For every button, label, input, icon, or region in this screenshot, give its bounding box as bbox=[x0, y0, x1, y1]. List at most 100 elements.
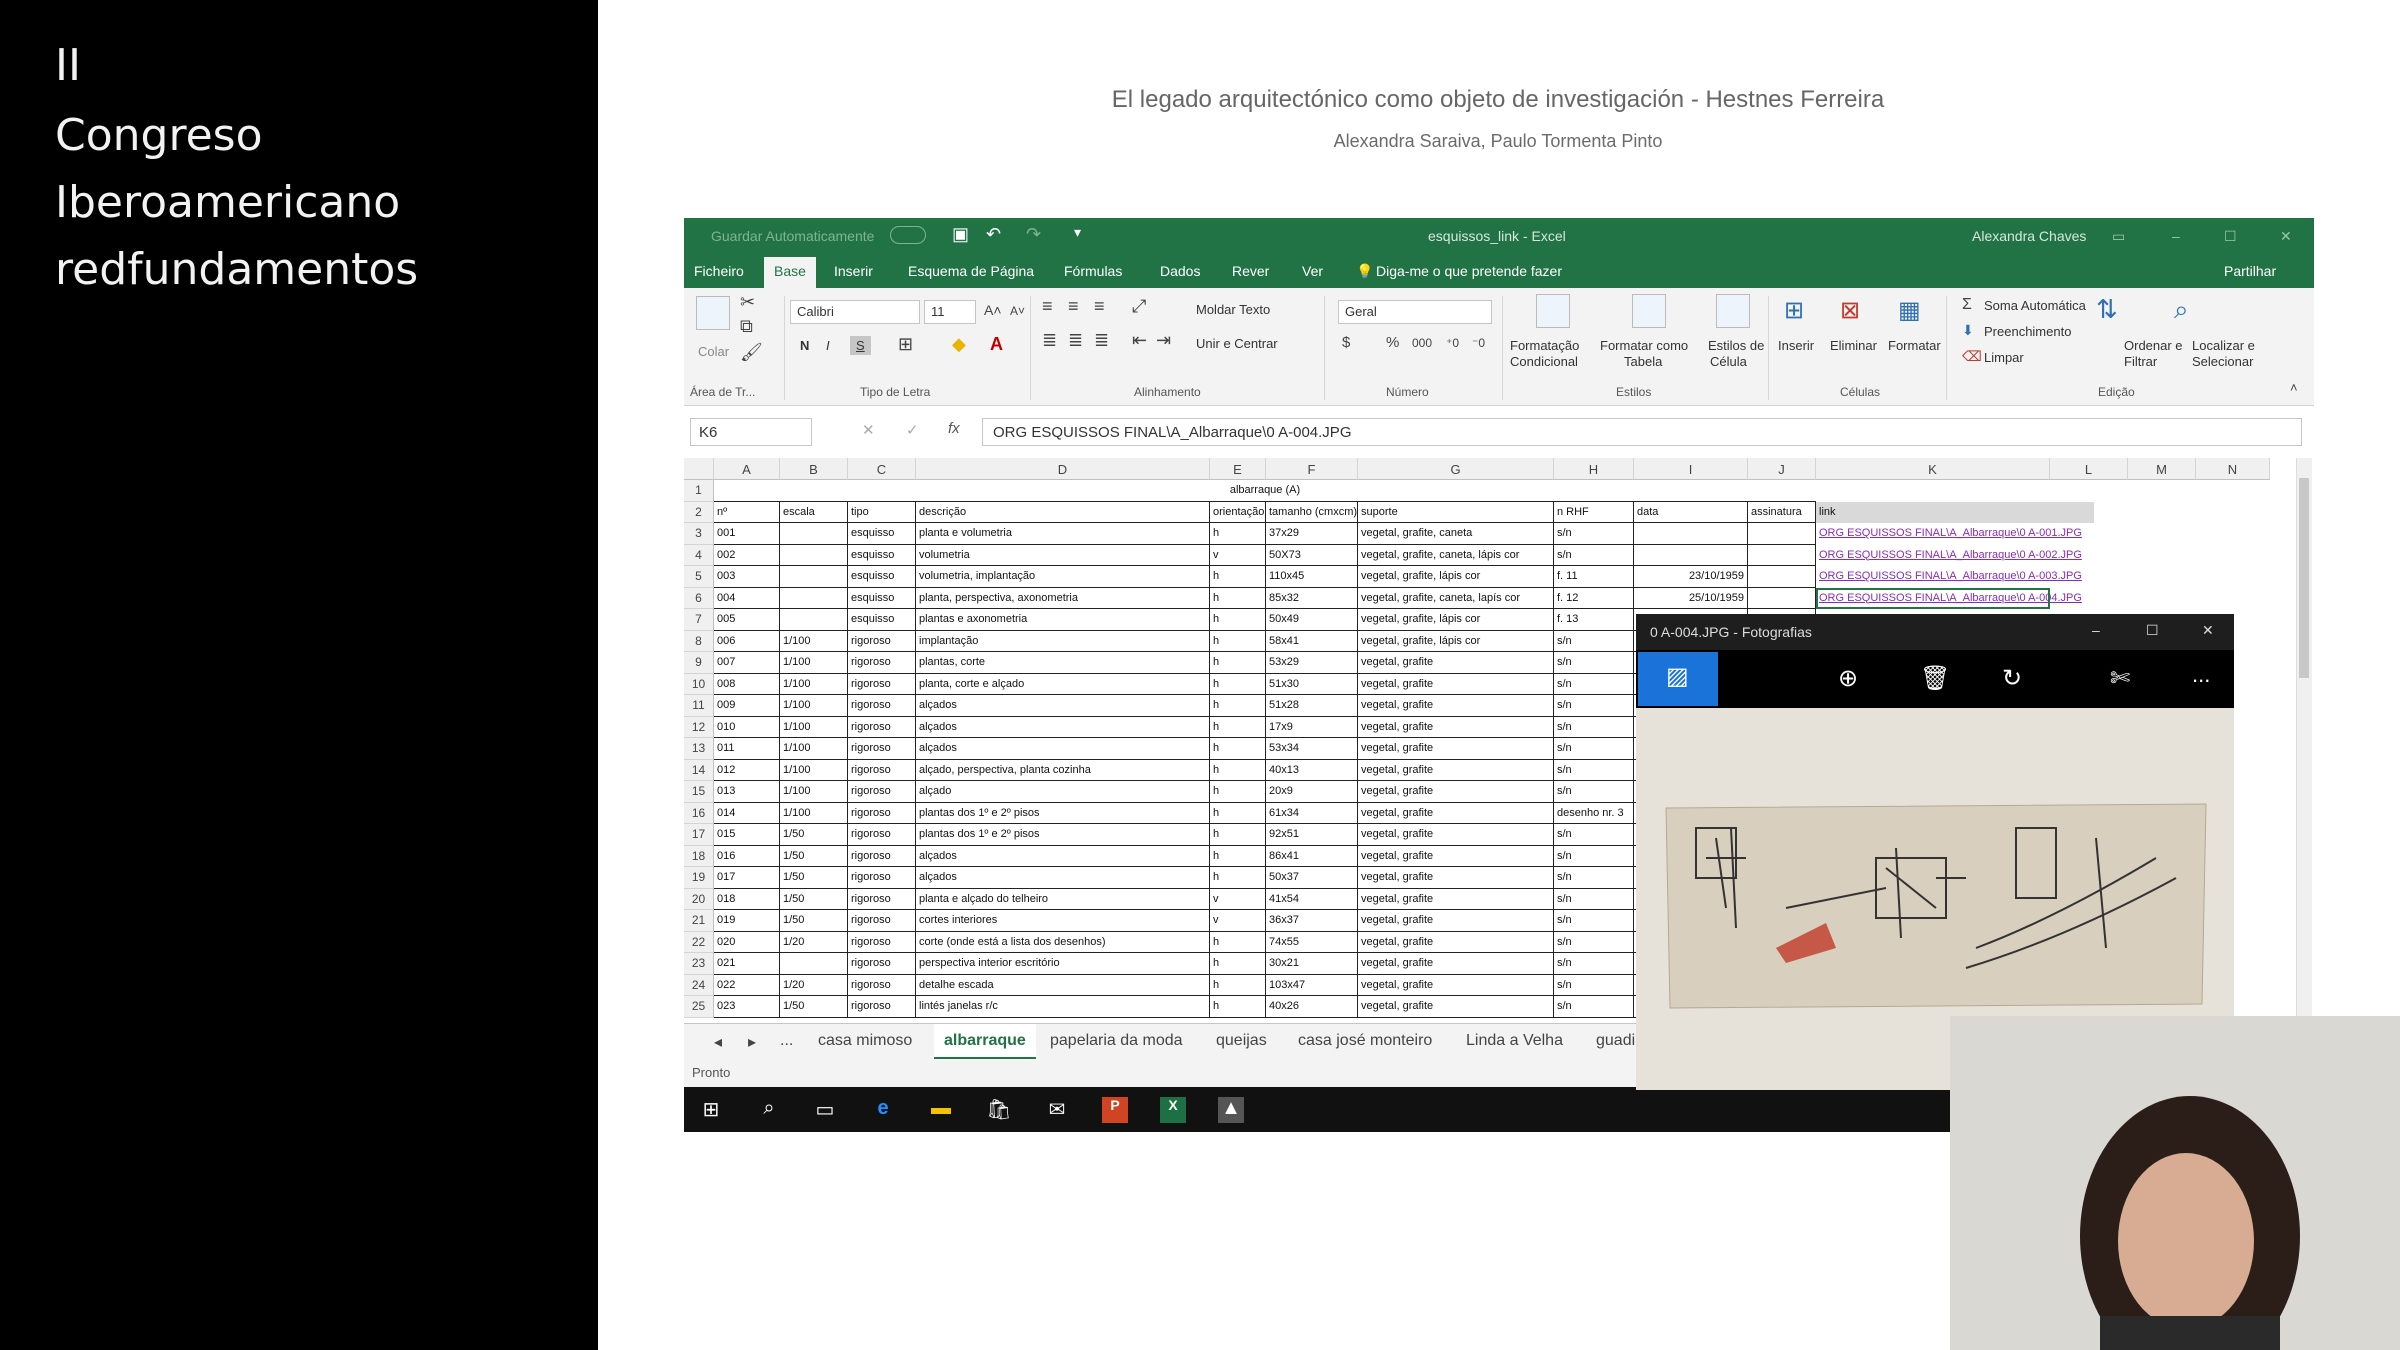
table-cell[interactable]: esquisso bbox=[848, 566, 916, 588]
table-cell[interactable]: rigoroso bbox=[848, 974, 916, 996]
table-cell[interactable]: esquisso bbox=[848, 587, 916, 609]
sort-filter-label-2[interactable]: Filtrar bbox=[2124, 354, 2157, 369]
customize-qat-icon[interactable]: ▾ bbox=[1074, 224, 1081, 241]
table-cell[interactable]: planta, corte e alçado bbox=[916, 673, 1210, 695]
table-cell[interactable]: h bbox=[1210, 759, 1266, 781]
table-cell[interactable]: plantas, corte bbox=[916, 652, 1210, 674]
table-cell[interactable]: 1/50 bbox=[780, 867, 848, 889]
table-cell[interactable]: rigoroso bbox=[848, 824, 916, 846]
table-cell[interactable] bbox=[1748, 587, 1816, 609]
table-cell[interactable]: rigoroso bbox=[848, 695, 916, 717]
store-icon[interactable]: 🛍 bbox=[986, 1097, 1012, 1123]
table-cell[interactable]: s/n bbox=[1554, 781, 1634, 803]
collapse-ribbon-icon[interactable]: ˄ bbox=[2290, 380, 2298, 395]
format-cells-icon[interactable]: ▦ bbox=[1898, 296, 1921, 325]
file-explorer-icon[interactable]: ▬ bbox=[928, 1097, 954, 1123]
sheet-tab-casa-jose[interactable]: casa josé monteiro bbox=[1298, 1032, 1432, 1050]
row-header[interactable]: 3 bbox=[684, 523, 714, 545]
table-cell[interactable]: esquisso bbox=[848, 544, 916, 566]
table-cell[interactable]: 003 bbox=[714, 566, 780, 588]
photos-taskbar-icon[interactable]: ▲ bbox=[1218, 1097, 1244, 1123]
insert-cells-label[interactable]: Inserir bbox=[1778, 338, 1814, 353]
table-cell[interactable]: s/n bbox=[1554, 630, 1634, 652]
table-cell[interactable]: 023 bbox=[714, 996, 780, 1018]
autosum-icon[interactable]: Σ bbox=[1962, 296, 1972, 314]
percent-icon[interactable]: % bbox=[1386, 334, 1399, 351]
table-cell[interactable]: 61x34 bbox=[1266, 802, 1358, 824]
number-format-combo[interactable]: Geral bbox=[1338, 300, 1492, 324]
table-cell[interactable]: 004 bbox=[714, 587, 780, 609]
table-cell[interactable]: 1/20 bbox=[780, 974, 848, 996]
table-header-cell[interactable]: descrição bbox=[916, 501, 1210, 523]
table-cell[interactable]: 25/10/1959 bbox=[1634, 587, 1748, 609]
row-header[interactable]: 10 bbox=[684, 673, 714, 695]
table-cell[interactable]: 51x30 bbox=[1266, 673, 1358, 695]
table-cell[interactable]: 37x29 bbox=[1266, 523, 1358, 545]
column-header[interactable]: E bbox=[1210, 458, 1266, 480]
table-cell[interactable]: alçado, perspectiva, planta cozinha bbox=[916, 759, 1210, 781]
table-cell[interactable]: implantação bbox=[916, 630, 1210, 652]
table-cell[interactable]: 005 bbox=[714, 609, 780, 631]
table-cell[interactable]: 1/100 bbox=[780, 738, 848, 760]
table-cell[interactable]: 1/20 bbox=[780, 931, 848, 953]
copy-icon[interactable]: ⧉ bbox=[740, 316, 753, 337]
windows-start-icon[interactable]: ⊞ bbox=[698, 1097, 724, 1123]
table-cell[interactable] bbox=[1634, 523, 1748, 545]
table-cell[interactable]: rigoroso bbox=[848, 953, 916, 975]
table-cell[interactable]: h bbox=[1210, 695, 1266, 717]
increase-indent-icon[interactable]: ⇥ bbox=[1156, 330, 1171, 351]
table-cell[interactable]: vegetal, grafite, lápis cor bbox=[1358, 566, 1554, 588]
increase-decimal-icon[interactable]: ⁺0 bbox=[1446, 336, 1459, 350]
clear-button[interactable]: Limpar bbox=[1984, 350, 2024, 365]
cut-icon[interactable]: ✂ bbox=[740, 292, 755, 313]
row-header[interactable]: 4 bbox=[684, 544, 714, 566]
table-cell[interactable]: alçados bbox=[916, 695, 1210, 717]
table-cell[interactable]: vegetal, grafite bbox=[1358, 974, 1554, 996]
table-cell[interactable]: rigoroso bbox=[848, 716, 916, 738]
column-header[interactable]: L bbox=[2050, 458, 2128, 480]
table-cell[interactable]: s/n bbox=[1554, 695, 1634, 717]
table-cell[interactable]: 17x9 bbox=[1266, 716, 1358, 738]
powerpoint-icon[interactable]: P bbox=[1102, 1097, 1128, 1123]
table-cell[interactable]: 1/100 bbox=[780, 695, 848, 717]
font-size-combo[interactable]: 11 bbox=[924, 300, 976, 324]
table-cell[interactable]: vegetal, grafite bbox=[1358, 996, 1554, 1018]
borders-icon[interactable]: ⊞ bbox=[898, 334, 913, 355]
table-cell[interactable]: 021 bbox=[714, 953, 780, 975]
table-cell[interactable]: vegetal, grafite, lápis cor bbox=[1358, 609, 1554, 631]
row-header[interactable]: 5 bbox=[684, 566, 714, 588]
ribbon-display-icon[interactable]: ▭ bbox=[2112, 228, 2125, 245]
table-cell[interactable] bbox=[780, 609, 848, 631]
table-cell[interactable]: s/n bbox=[1554, 953, 1634, 975]
table-cell[interactable]: vegetal, grafite bbox=[1358, 953, 1554, 975]
selected-cell[interactable] bbox=[1816, 587, 2050, 609]
table-cell[interactable]: vegetal, grafite bbox=[1358, 802, 1554, 824]
sheet-tab-queijas[interactable]: queijas bbox=[1216, 1032, 1267, 1050]
table-cell[interactable]: h bbox=[1210, 824, 1266, 846]
fill-color-icon[interactable]: ◆ bbox=[952, 334, 966, 355]
table-cell[interactable]: vegetal, grafite, caneta, lapís cor bbox=[1358, 587, 1554, 609]
table-cell[interactable]: rigoroso bbox=[848, 802, 916, 824]
tab-formulas[interactable]: Fórmulas bbox=[1064, 263, 1122, 279]
table-cell[interactable]: 1/50 bbox=[780, 996, 848, 1018]
table-cell[interactable]: alçados bbox=[916, 716, 1210, 738]
table-cell[interactable]: esquisso bbox=[848, 523, 916, 545]
table-cell[interactable]: 007 bbox=[714, 652, 780, 674]
table-cell[interactable]: perspectiva interior escritório bbox=[916, 953, 1210, 975]
row-header[interactable]: 12 bbox=[684, 716, 714, 738]
sort-filter-label-1[interactable]: Ordenar e bbox=[2124, 338, 2183, 353]
table-cell[interactable]: 1/100 bbox=[780, 781, 848, 803]
table-cell[interactable]: rigoroso bbox=[848, 845, 916, 867]
row-header[interactable]: 17 bbox=[684, 824, 714, 846]
table-cell[interactable]: plantas e axonometria bbox=[916, 609, 1210, 631]
table-cell[interactable]: esquisso bbox=[848, 609, 916, 631]
table-cell[interactable]: 40x13 bbox=[1266, 759, 1358, 781]
table-cell[interactable]: s/n bbox=[1554, 845, 1634, 867]
table-header-cell[interactable]: nº bbox=[714, 501, 780, 523]
table-cell[interactable]: h bbox=[1210, 652, 1266, 674]
table-cell[interactable]: 41x54 bbox=[1266, 888, 1358, 910]
row-header[interactable]: 21 bbox=[684, 910, 714, 932]
table-header-cell[interactable]: assinatura bbox=[1748, 501, 1816, 523]
underline-button[interactable]: S bbox=[850, 336, 871, 355]
format-table-label-2[interactable]: Tabela bbox=[1624, 354, 1662, 369]
